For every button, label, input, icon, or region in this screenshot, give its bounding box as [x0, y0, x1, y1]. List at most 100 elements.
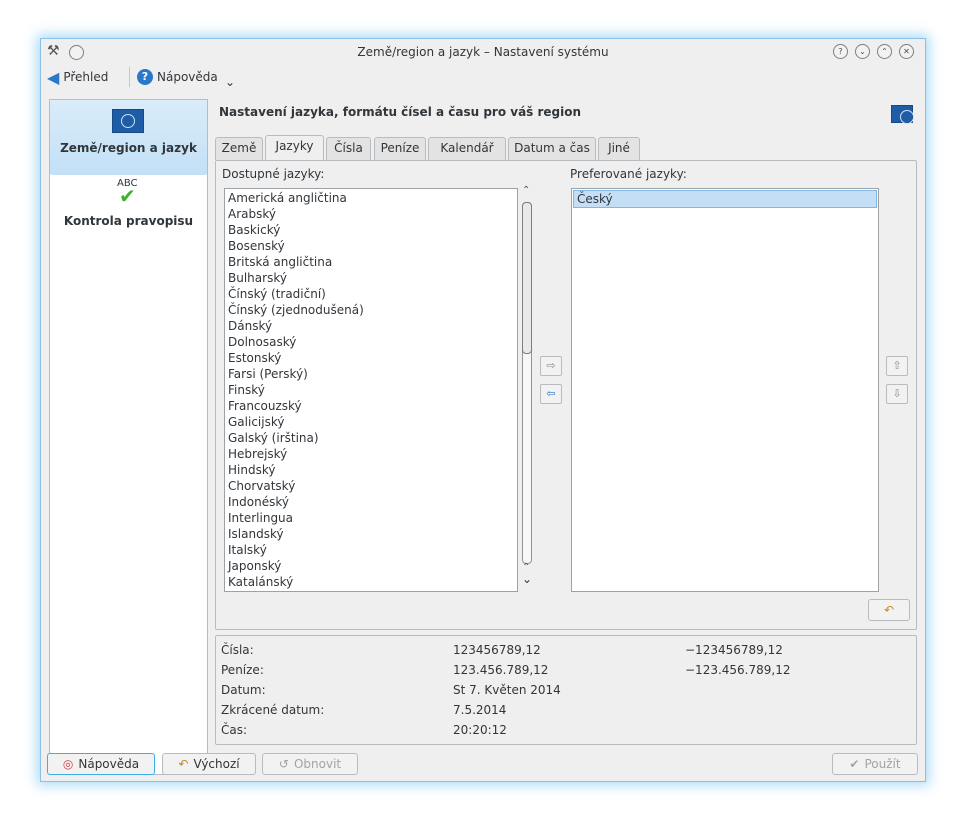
back-arrow-icon: ◀ — [47, 67, 60, 87]
list-item[interactable]: Italský — [225, 542, 517, 558]
add-language-button[interactable]: ⇨ — [540, 356, 562, 376]
help-icon: ? — [137, 69, 153, 85]
minimize-button[interactable]: ⌄ — [855, 44, 870, 59]
checkmark-icon: ✔ — [119, 184, 136, 208]
reset-icon: ↺ — [278, 757, 289, 771]
available-languages-list[interactable]: Americká angličtina Arabský Baskický Bosens… — [224, 188, 518, 592]
preview-value1: 7.5.2014 — [453, 703, 507, 717]
help-button-label: Nápověda — [78, 757, 140, 771]
move-up-button[interactable]: ⇧ — [886, 356, 908, 376]
preview-value2: −123456789,12 — [685, 643, 783, 657]
scrollbar-thumb[interactable] — [522, 202, 532, 354]
list-item[interactable]: Francouzský — [225, 398, 517, 414]
list-item[interactable]: Bulharský — [225, 270, 517, 286]
toolbar-separator — [129, 67, 130, 87]
defaults-button-label: Výchozí — [193, 757, 240, 771]
list-item[interactable]: Bosenský — [225, 238, 517, 254]
preview-row: Datum: St 7. Květen 2014 — [221, 680, 911, 700]
preview-value1: 123456789,12 — [453, 643, 541, 657]
list-item[interactable]: Český — [573, 190, 877, 208]
tab-numbers[interactable]: Čísla — [326, 137, 371, 160]
undo-icon: ↶ — [178, 757, 189, 771]
list-item[interactable]: Japonský — [225, 558, 517, 574]
close-button[interactable]: ✕ — [899, 44, 914, 59]
preview-panel: Čísla: 123456789,12 −123456789,12 Peníze: 12… — [215, 635, 917, 745]
preview-value1: 20:20:12 — [453, 723, 507, 737]
apply-button[interactable]: ✔ Použít — [832, 753, 918, 775]
list-item[interactable]: Hebrejský — [225, 446, 517, 462]
defaults-button[interactable]: ↶ Výchozí — [162, 753, 256, 775]
list-item[interactable]: Chorvatský — [225, 478, 517, 494]
list-item[interactable]: Britská angličtina — [225, 254, 517, 270]
reset-button-label: Obnovit — [293, 757, 342, 771]
remove-language-button[interactable]: ⇦ — [540, 384, 562, 404]
apply-button-label: Použít — [864, 757, 901, 771]
list-item[interactable]: Hindský — [225, 462, 517, 478]
preferred-languages-list[interactable]: Český — [571, 188, 879, 592]
tab-money[interactable]: Peníze — [374, 137, 426, 160]
languages-panel: Dostupné jazyky: Preferované jazyky: Ame… — [215, 160, 917, 630]
list-item[interactable]: Finský — [225, 382, 517, 398]
window-title: Země/region a jazyk – Nastavení systému — [357, 45, 609, 59]
list-item[interactable]: Baskický — [225, 222, 517, 238]
tab-country[interactable]: Země — [215, 137, 263, 160]
preview-label: Datum: — [221, 683, 266, 697]
overview-button[interactable]: ◀ Přehled — [47, 65, 108, 89]
list-item[interactable]: Estonský — [225, 350, 517, 366]
preview-value1: St 7. Květen 2014 — [453, 683, 561, 697]
reset-button[interactable]: ↺ Obnovit — [262, 753, 358, 775]
sidebar-item-spellcheck[interactable]: ABC ✔ Kontrola pravopisu — [50, 178, 207, 228]
maximize-button[interactable]: ⌃ — [877, 44, 892, 59]
list-item[interactable]: Katalánský — [225, 574, 517, 590]
list-item[interactable]: Galicijský — [225, 414, 517, 430]
tab-other[interactable]: Jiné — [598, 137, 640, 160]
preview-row: Čas: 20:20:12 — [221, 720, 911, 740]
chevron-down-icon[interactable]: ⌄ — [225, 75, 235, 89]
list-item[interactable]: Čínský (zjednodušená) — [225, 302, 517, 318]
list-item[interactable]: Farsi (Perský) — [225, 366, 517, 382]
list-item[interactable]: Interlingua — [225, 510, 517, 526]
help-button[interactable]: ◎ Nápověda — [47, 753, 155, 775]
sidebar-item-label: Země/region a jazyk — [60, 141, 197, 155]
preview-value1: 123.456.789,12 — [453, 663, 549, 677]
un-flag-small-icon — [891, 105, 914, 124]
scroll-up-icon[interactable]: ⌃ — [522, 185, 530, 196]
sidebar: Země/region a jazyk ABC ✔ Kontrola pravo… — [49, 99, 208, 775]
overview-label: Přehled — [63, 70, 109, 84]
list-item[interactable]: Arabský — [225, 206, 517, 222]
undo-icon: ↶ — [883, 603, 895, 617]
list-item[interactable]: Americká angličtina — [225, 190, 517, 206]
preview-row: Zkrácené datum: 7.5.2014 — [221, 700, 911, 720]
preview-label: Čas: — [221, 723, 248, 737]
check-icon: ✔ — [849, 757, 860, 771]
list-item[interactable]: Islandský — [225, 526, 517, 542]
reset-languages-button[interactable]: ↶ — [868, 599, 910, 621]
list-item[interactable]: Čínský (tradiční) — [225, 286, 517, 302]
preview-label: Zkrácené datum: — [221, 703, 325, 717]
tab-date-time[interactable]: Datum a čas — [508, 137, 596, 160]
list-item[interactable]: Dánský — [225, 318, 517, 334]
page-heading: Nastavení jazyka, formátu čísel a času p… — [219, 105, 582, 119]
preview-value2: −123.456.789,12 — [685, 663, 791, 677]
available-scrollbar[interactable]: ⌃ ⌃ ⌄ — [520, 185, 532, 588]
tab-languages[interactable]: Jazyky — [265, 135, 324, 160]
tab-calendar[interactable]: Kalendář — [428, 137, 506, 160]
preview-row: Čísla: 123456789,12 −123456789,12 — [221, 640, 911, 660]
spellcheck-abc-icon: ABC ✔ — [113, 178, 143, 208]
help-title-button[interactable]: ? — [833, 44, 848, 59]
preview-row: Peníze: 123.456.789,12 −123.456.789,12 — [221, 660, 911, 680]
list-item[interactable]: Galský (irština) — [225, 430, 517, 446]
preview-label: Peníze: — [221, 663, 264, 677]
scroll-down-arrow-icon[interactable]: ⌄ — [522, 572, 532, 586]
title-bar: ⚒ Země/region a jazyk – Nastavení systém… — [41, 39, 925, 65]
help-toolbar-label: Nápověda — [157, 70, 218, 84]
sidebar-item-country-region[interactable]: Země/region a jazyk — [50, 100, 207, 175]
settings-window: ⚒ Země/region a jazyk – Nastavení systém… — [40, 38, 926, 782]
list-item[interactable]: Indonéský — [225, 494, 517, 510]
help-toolbar-button[interactable]: ? Nápověda — [137, 65, 218, 89]
move-down-button[interactable]: ⇩ — [886, 384, 908, 404]
list-item[interactable]: Dolnosaský — [225, 334, 517, 350]
preview-label: Čísla: — [221, 643, 254, 657]
sidebar-item-label: Kontrola pravopisu — [63, 214, 194, 228]
lifebuoy-icon: ◎ — [62, 757, 74, 771]
